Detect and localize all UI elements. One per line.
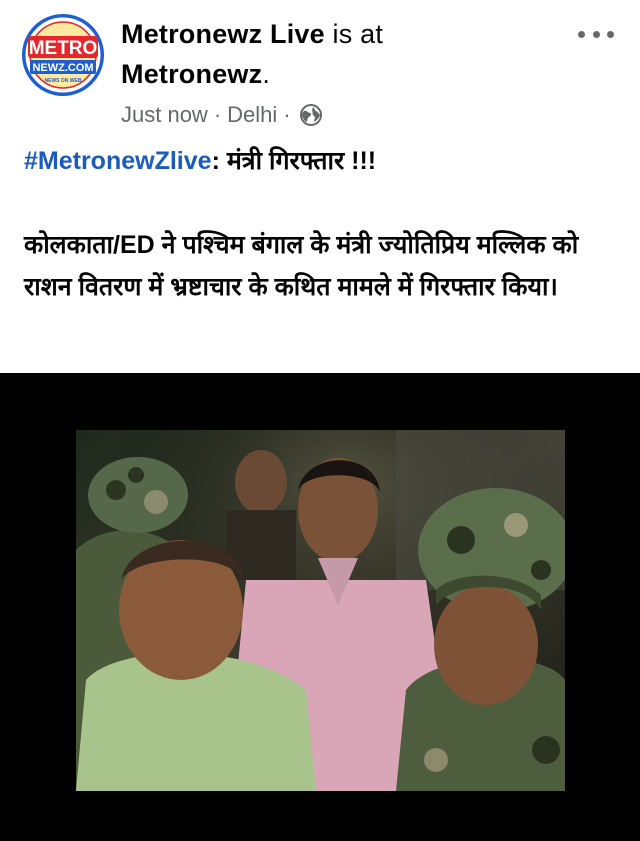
- hashtag-link[interactable]: #MetronewZlive: [24, 147, 212, 175]
- logo-newz-text: NEWZ.COM: [32, 62, 93, 74]
- post-text: #MetronewZlive: मंत्री गिरफ्तार !!! कोलक…: [24, 140, 620, 308]
- logo-small-text: NEWS ON WEB: [45, 78, 82, 84]
- meta-separator: ·: [283, 102, 291, 127]
- metronewz-logo: METRO NEWZ.COM NEWS ON WEB: [22, 14, 104, 96]
- post-title: Metronewz Live is at Metronewz.: [121, 14, 561, 94]
- more-dot: [578, 30, 585, 38]
- news-photo[interactable]: [76, 430, 565, 791]
- post-headline-line: #MetronewZlive: मंत्री गिरफ्तार !!!: [24, 140, 620, 182]
- page-name-link[interactable]: Metronewz Live: [121, 19, 325, 49]
- more-dot: [607, 30, 614, 38]
- timestamp[interactable]: Just now: [121, 100, 208, 130]
- more-dot: [592, 30, 600, 38]
- more-options-icon[interactable]: [578, 22, 614, 46]
- meta-separator: ·: [213, 102, 222, 127]
- post-header: METRO NEWZ.COM NEWS ON WEB Metronewz Liv…: [0, 0, 640, 140]
- post-media[interactable]: [0, 373, 640, 841]
- post-body: कोलकाता/ED ने पश्चिम बंगाल के मंत्री ज्य…: [24, 231, 579, 301]
- location-place[interactable]: Delhi: [227, 100, 277, 130]
- post-headline: : मंत्री गिरफ्तार !!!: [211, 147, 377, 175]
- is-at-text: is at: [324, 19, 384, 49]
- photo-illustration: [76, 430, 565, 791]
- post-meta: Just now · Delhi ·: [121, 100, 323, 130]
- location-link[interactable]: Metronewz: [121, 59, 262, 89]
- globe-icon[interactable]: [299, 103, 323, 127]
- title-period: .: [262, 59, 271, 89]
- logo-metro-text: METRO: [29, 38, 98, 59]
- page-avatar[interactable]: METRO NEWZ.COM NEWS ON WEB: [22, 14, 104, 96]
